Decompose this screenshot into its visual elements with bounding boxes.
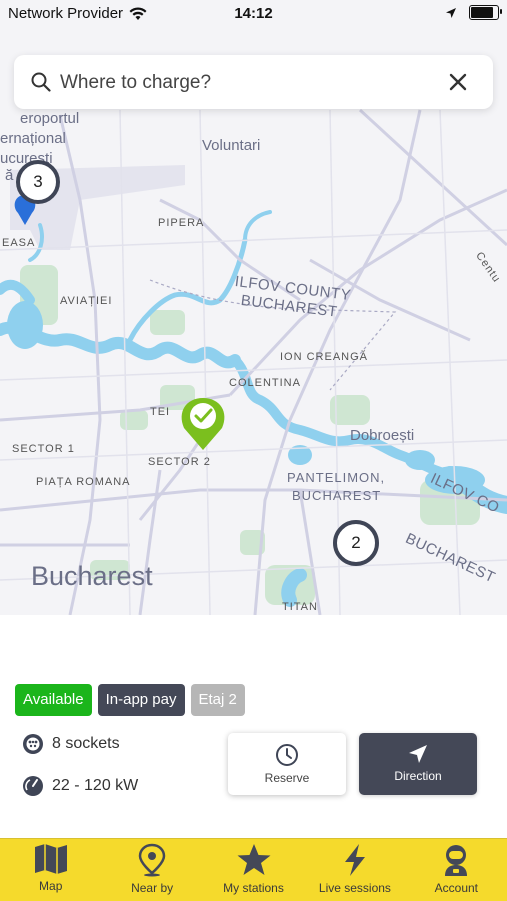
- tab-label: Map: [39, 879, 63, 893]
- reserve-button[interactable]: Reserve: [228, 733, 346, 795]
- tag-in-app-pay: In-app pay: [97, 684, 185, 716]
- close-icon[interactable]: [449, 73, 467, 91]
- clock-icon: [276, 744, 298, 766]
- cluster-marker[interactable]: 2: [333, 520, 379, 566]
- sockets-row: 8 sockets: [22, 733, 120, 755]
- star-icon: [237, 844, 271, 875]
- map-label-piata-romana: PIAȚA ROMANA: [36, 476, 131, 488]
- map-label-voluntari: Voluntari: [202, 137, 261, 154]
- astronaut-icon: [445, 845, 468, 876]
- lightning-icon: [344, 844, 365, 876]
- map-icon: [34, 844, 67, 874]
- power-gauge-icon: [23, 776, 43, 796]
- search-icon: [31, 72, 51, 92]
- station-pin[interactable]: [181, 398, 225, 450]
- map-label-colentina: COLENTINA: [229, 377, 301, 389]
- tab-label: Account: [434, 881, 478, 895]
- map-label-dobroesti: Dobroești: [350, 427, 415, 444]
- map-label-airport: ernațional: [0, 130, 66, 147]
- map-label-pantelimon-b: BUCHAREST: [292, 488, 382, 503]
- tab-live-sessions[interactable]: Live sessions: [304, 839, 405, 901]
- tab-label: My stations: [223, 881, 284, 895]
- tab-account[interactable]: Account: [406, 839, 507, 901]
- map-label-ion-creanga: ION CREANGĂ: [280, 351, 369, 363]
- tab-bar: Map Near by My stations Live sessions Ac…: [0, 838, 507, 901]
- map-label-airport: ă: [5, 167, 14, 184]
- tag-available: Available: [15, 684, 92, 716]
- direction-button[interactable]: Direction: [359, 733, 477, 795]
- tab-label: Near by: [131, 881, 174, 895]
- station-tags: Available In-app pay Etaj 2: [15, 684, 245, 716]
- status-bar: Network Provider 14:12: [0, 0, 507, 28]
- map-label-airport: eroportul: [20, 110, 80, 127]
- search-bar[interactable]: [14, 55, 493, 109]
- location-arrow-icon: [446, 7, 456, 18]
- status-time: 14:12: [234, 5, 273, 22]
- station-info-panel: [0, 615, 507, 838]
- cluster-marker[interactable]: 3: [16, 160, 60, 204]
- map-label-pipera: PIPERA: [158, 217, 205, 229]
- battery-icon: [469, 5, 502, 20]
- map-label-sector2: SECTOR 2: [148, 456, 211, 468]
- tab-label: Live sessions: [318, 881, 391, 895]
- map-label-titan: TITAN: [282, 601, 318, 613]
- power-row: 22 - 120 kW: [22, 775, 138, 797]
- socket-icon: [23, 734, 43, 754]
- direction-label: Direction: [394, 769, 442, 783]
- map-label-pantelimon: PANTELIMON,: [287, 470, 386, 485]
- navigation-arrow-icon: [409, 745, 427, 763]
- map-label-aviatiei: AVIAȚIEI: [60, 295, 113, 307]
- tab-map[interactable]: Map: [0, 839, 101, 901]
- map-label-sector1: SECTOR 1: [12, 443, 75, 455]
- tab-near-by[interactable]: Near by: [101, 839, 202, 901]
- reserve-label: Reserve: [264, 771, 310, 785]
- search-input[interactable]: [58, 67, 442, 99]
- location-pin-icon: [138, 843, 166, 877]
- tab-my-stations[interactable]: My stations: [203, 839, 304, 901]
- map-label-bucharest-city: Bucharest: [31, 561, 153, 591]
- map-label-tei: TEI: [150, 406, 171, 418]
- sockets-count: 8 sockets: [52, 735, 120, 752]
- tag-floor: Etaj 2: [190, 684, 245, 716]
- map-label-easa: EASA: [2, 237, 36, 249]
- power-range: 22 - 120 kW: [52, 777, 139, 794]
